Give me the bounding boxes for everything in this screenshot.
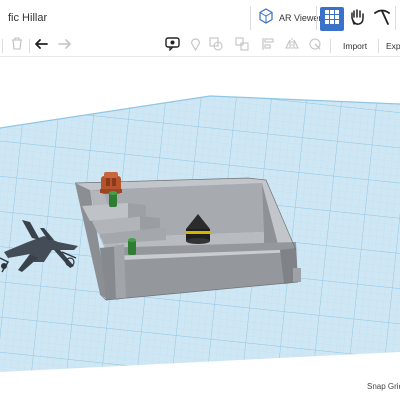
divider — [395, 6, 396, 30]
mirror-button[interactable] — [284, 37, 300, 56]
trash-icon — [11, 37, 23, 55]
group-button[interactable] — [208, 36, 224, 56]
divider — [330, 39, 331, 53]
notes-button[interactable] — [164, 36, 180, 56]
ungroup-button[interactable] — [234, 36, 250, 56]
delete-button[interactable] — [9, 37, 25, 55]
cruise-button[interactable] — [307, 37, 323, 56]
ungroup-shapes-icon — [235, 36, 249, 56]
divider — [316, 6, 317, 30]
grid-icon — [325, 9, 339, 29]
hand-icon — [348, 8, 366, 31]
redo-arrow-icon — [57, 37, 71, 55]
pin-icon — [190, 37, 201, 56]
top-bar: fic Hillar AR Viewer — [0, 0, 400, 37]
divider — [29, 39, 30, 53]
build-bricks-button[interactable] — [372, 9, 392, 29]
ar-viewer-button[interactable]: AR Viewer — [258, 7, 321, 29]
mirror-icon — [285, 37, 299, 56]
divider — [2, 39, 3, 53]
divider — [378, 39, 379, 53]
undo-arrow-icon — [34, 37, 48, 55]
scene-canvas — [0, 95, 400, 400]
cruise-shape-icon — [308, 37, 322, 56]
snap-grid-label[interactable]: Snap Grid — [367, 382, 400, 391]
redo-button[interactable] — [56, 38, 72, 54]
grid-view-button[interactable] — [320, 7, 344, 31]
ruler-button[interactable] — [187, 37, 203, 56]
ar-cube-icon — [258, 7, 274, 29]
align-button[interactable] — [260, 37, 276, 56]
ar-viewer-label: AR Viewer — [279, 13, 322, 23]
design-title[interactable]: fic Hillar — [8, 12, 47, 24]
divider — [250, 6, 251, 30]
group-shapes-icon — [209, 36, 223, 56]
workplane-viewport[interactable] — [0, 57, 400, 400]
import-button[interactable]: Import — [343, 41, 367, 51]
align-icon — [261, 37, 275, 56]
undo-button[interactable] — [33, 38, 49, 54]
export-button[interactable]: Expo — [386, 41, 400, 51]
tinker-hand-button[interactable] — [347, 8, 367, 31]
green-tower-right[interactable] — [128, 238, 136, 255]
speech-eye-icon — [164, 36, 180, 56]
edit-toolbar: Import Expo — [0, 36, 400, 57]
green-tower-left[interactable] — [109, 191, 117, 207]
pickaxe-icon — [373, 8, 391, 31]
